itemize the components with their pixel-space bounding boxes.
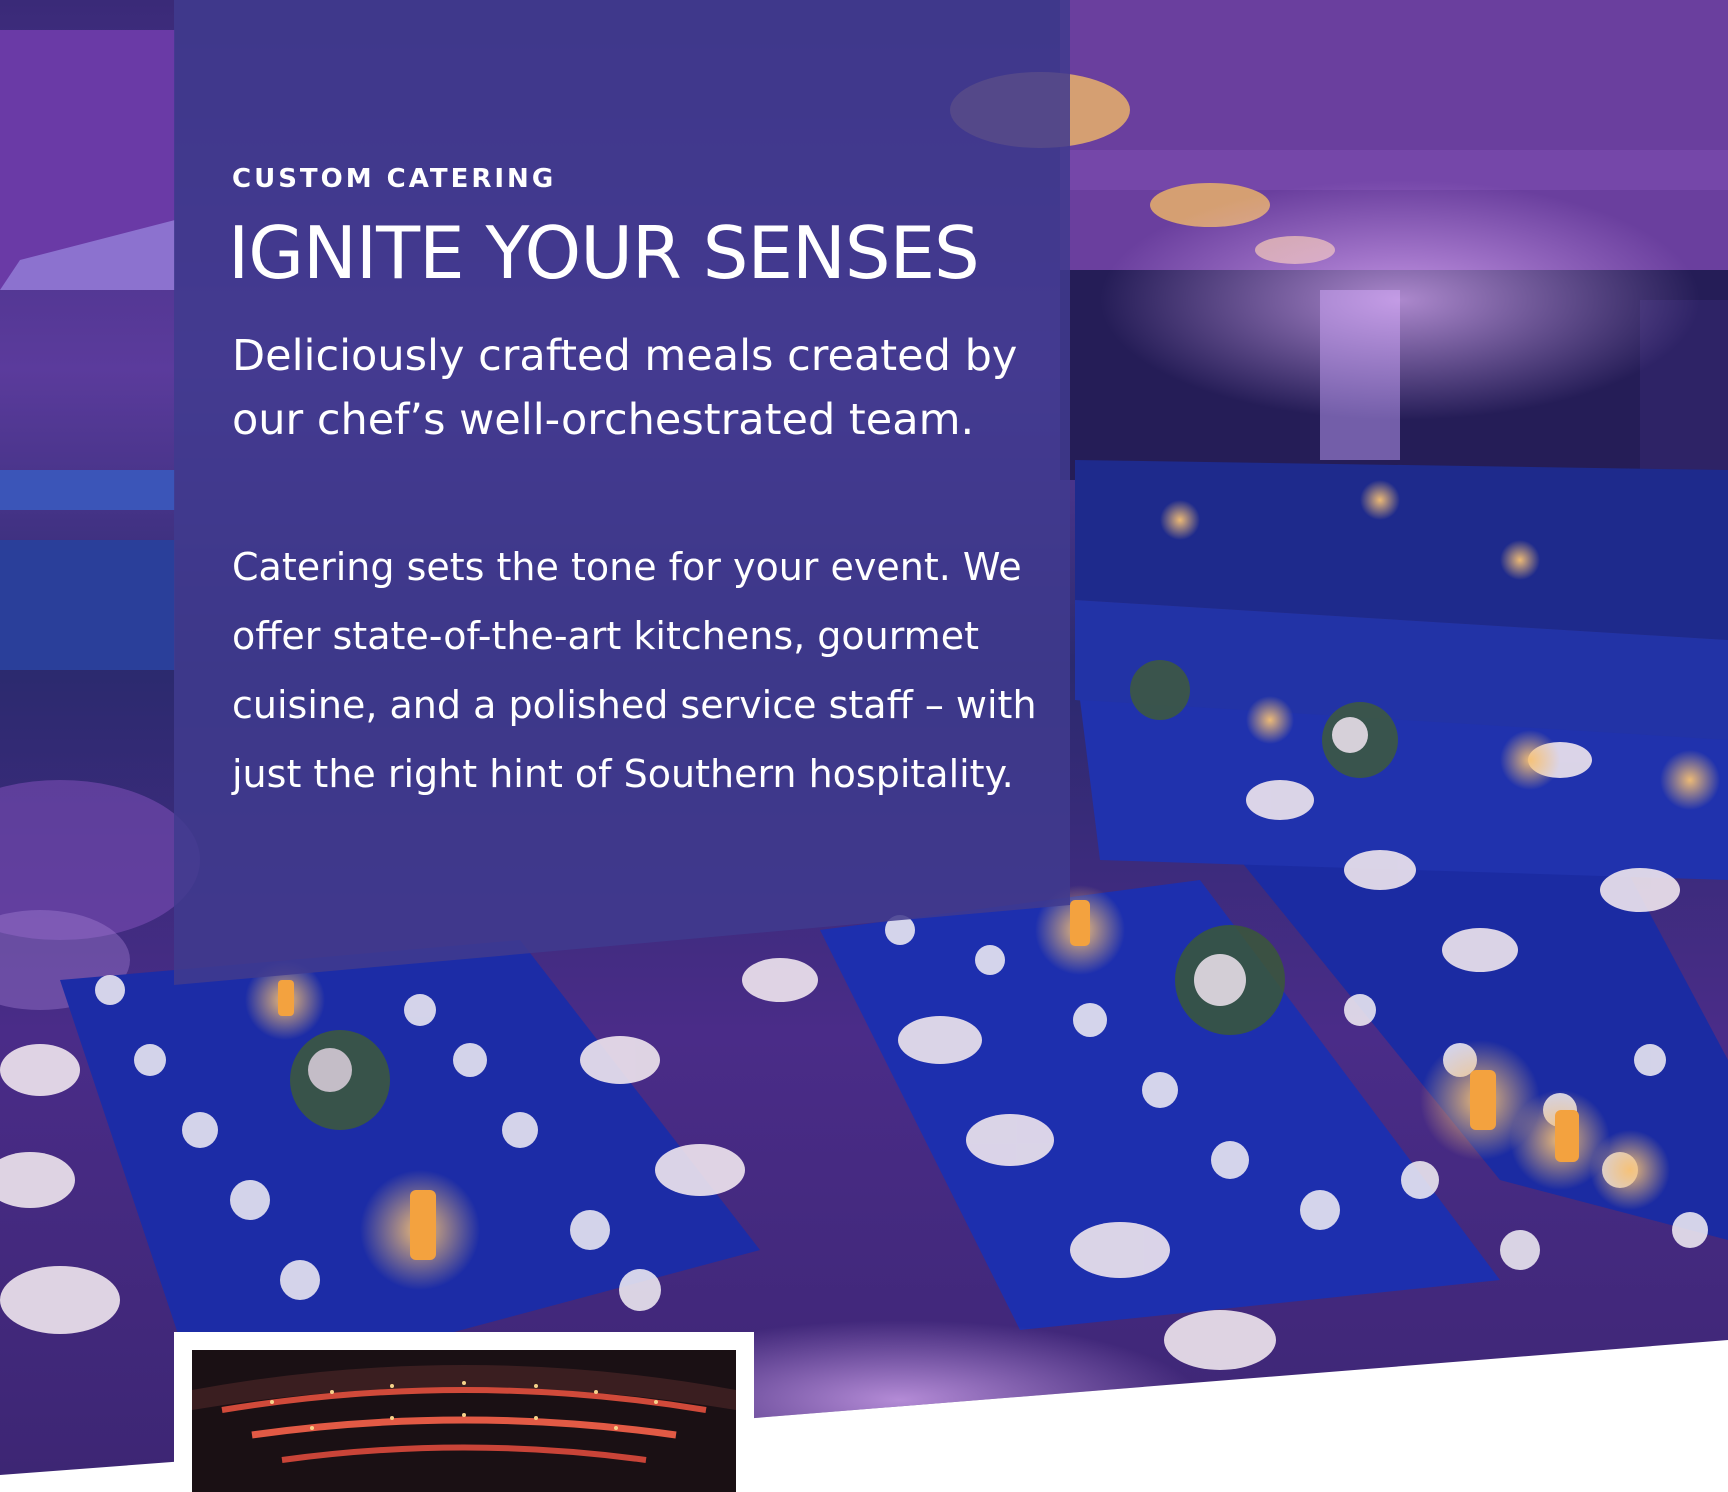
section-eyebrow: CUSTOM CATERING: [232, 164, 557, 194]
page-headline: IGNITE YOUR SENSES: [228, 211, 980, 295]
body-paragraph: Catering sets the tone for your event. W…: [232, 545, 1037, 796]
theater-inset-photo: [174, 1332, 754, 1492]
lede-paragraph: Deliciously crafted meals created by our…: [232, 331, 1018, 445]
text-panel: [174, 0, 1070, 985]
